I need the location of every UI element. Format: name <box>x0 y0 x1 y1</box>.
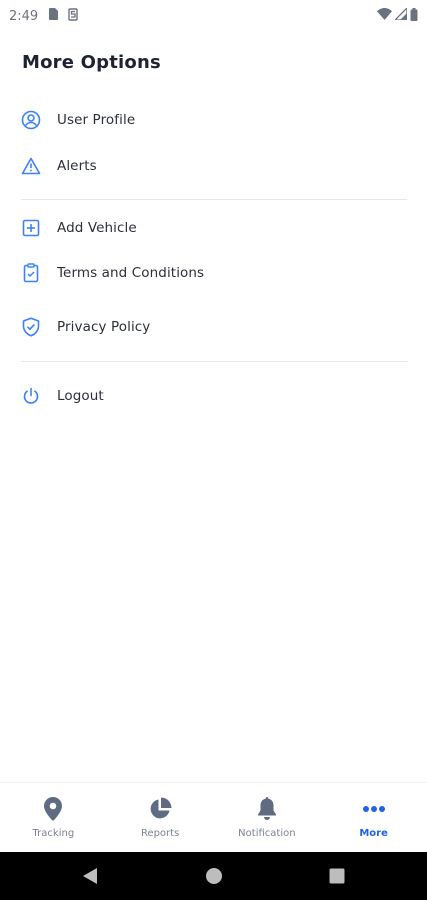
menu-item-label: Alerts <box>57 158 97 174</box>
menu-item-privacy-policy[interactable]: Privacy Policy <box>0 307 427 347</box>
power-icon <box>21 386 41 406</box>
nav-label: More <box>359 828 388 839</box>
sim-card-icon <box>48 8 59 24</box>
warning-triangle-icon <box>21 156 41 176</box>
location-pin-icon <box>40 796 66 822</box>
status-time: 2:49 <box>9 8 39 24</box>
menu-item-label: Privacy Policy <box>57 319 151 335</box>
signal-icon <box>393 6 408 24</box>
shield-check-icon <box>21 317 41 337</box>
more-dots-icon <box>361 796 387 822</box>
wifi-icon <box>377 8 392 24</box>
s-notification-icon <box>68 7 78 25</box>
system-navigation-bar <box>0 852 427 900</box>
menu-item-label: Terms and Conditions <box>57 265 205 281</box>
battery-icon <box>410 7 418 25</box>
nav-tab-notification[interactable]: Notification <box>214 783 321 852</box>
bell-icon <box>254 796 280 822</box>
nav-label: Reports <box>140 828 180 839</box>
nav-label: Notification <box>238 828 296 839</box>
menu-item-alerts[interactable]: Alerts <box>0 146 427 186</box>
page-title: More Options <box>22 52 161 73</box>
menu-item-label: User Profile <box>57 112 136 128</box>
menu-item-user-profile[interactable]: User Profile <box>0 100 427 140</box>
menu-item-add-vehicle[interactable]: Add Vehicle <box>0 208 427 248</box>
menu-item-logout[interactable]: Logout <box>0 376 427 416</box>
nav-tab-reports[interactable]: Reports <box>107 783 214 852</box>
plus-square-icon <box>21 218 41 238</box>
menu-item-label: Logout <box>57 388 104 404</box>
recents-icon[interactable] <box>327 866 347 886</box>
home-icon[interactable] <box>204 866 224 886</box>
status-bar: 2:49 <box>0 0 427 32</box>
bottom-navigation: Tracking Reports Notification More <box>0 782 427 852</box>
clipboard-icon <box>21 263 41 283</box>
nav-label: Tracking <box>32 828 75 839</box>
user-circle-icon <box>21 110 41 130</box>
section-divider <box>21 361 407 362</box>
back-icon[interactable] <box>80 866 100 886</box>
menu-item-label: Add Vehicle <box>57 220 137 236</box>
nav-tab-more[interactable]: More <box>320 783 427 852</box>
menu-item-terms-and-conditions[interactable]: Terms and Conditions <box>0 253 427 293</box>
nav-tab-tracking[interactable]: Tracking <box>0 783 107 852</box>
pie-chart-icon <box>147 796 173 822</box>
section-divider <box>21 199 407 200</box>
